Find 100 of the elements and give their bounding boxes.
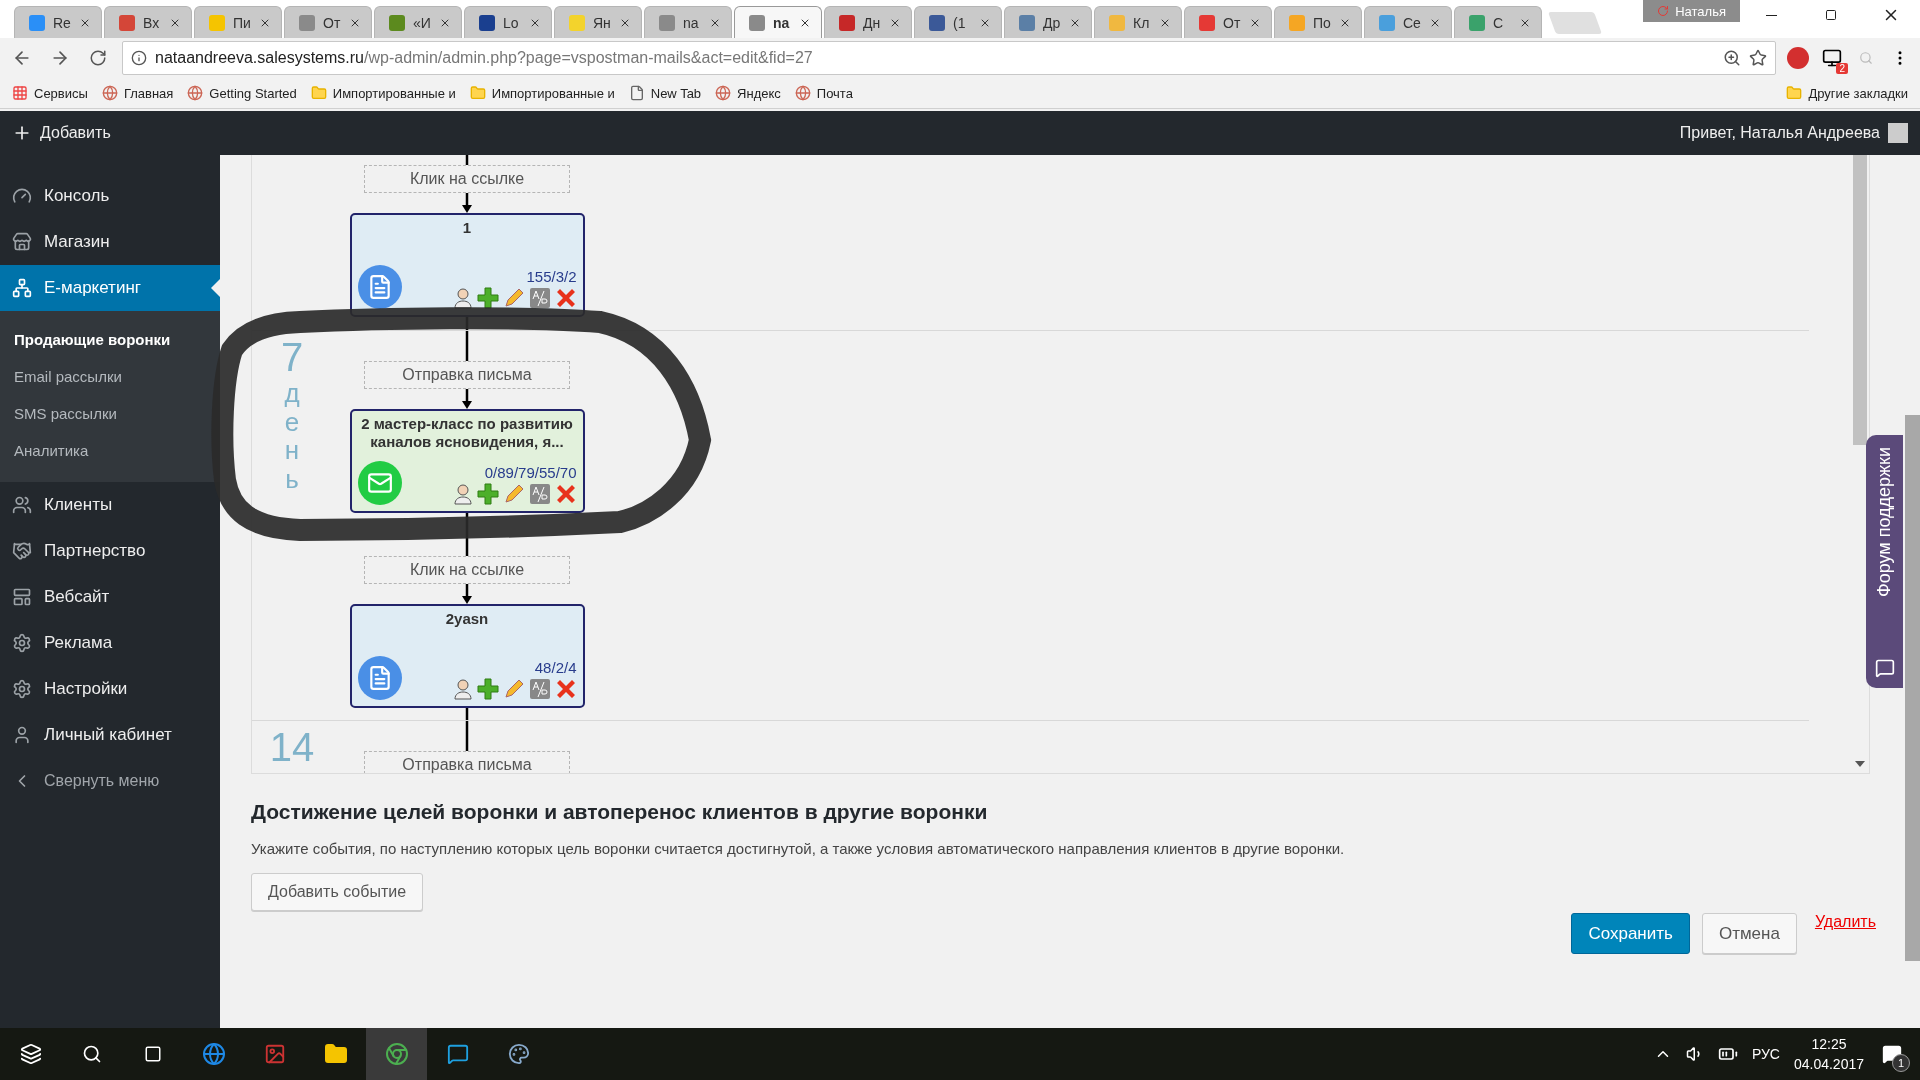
bookmark-link[interactable]: Почта [794, 85, 853, 101]
support-forum-tab[interactable]: Форум поддержки [1866, 435, 1903, 688]
ab-test-icon[interactable] [528, 287, 551, 309]
delete-link[interactable]: Удалить [1814, 913, 1876, 931]
extension-badge: 2 [1836, 63, 1848, 74]
person-icon[interactable] [452, 287, 473, 309]
store-icon [12, 232, 32, 252]
browser-tab[interactable]: na [734, 6, 822, 38]
browser-tab[interactable]: Пи [194, 6, 282, 38]
palette-icon [507, 1043, 530, 1065]
avatar-icon [1888, 123, 1908, 143]
browser-tab[interactable]: na [644, 6, 732, 38]
sidebar-item[interactable]: Вебсайт [0, 574, 220, 620]
trigger-label[interactable]: Клик на ссылке [364, 556, 570, 584]
bookmark-link[interactable]: Импортированные и [469, 85, 615, 101]
account-link[interactable]: Привет, Наталья Андреева [1679, 123, 1908, 143]
folder-icon [469, 85, 486, 101]
envelope-icon [357, 461, 402, 505]
browser-button[interactable] [366, 1028, 427, 1080]
language-indicator[interactable]: РУС [1751, 1046, 1780, 1062]
document-icon [357, 656, 402, 700]
bookmark-link[interactable]: Импортированные и [310, 85, 456, 101]
browser-tab[interactable]: От [1184, 6, 1272, 38]
browser-tab[interactable]: (1 [914, 6, 1002, 38]
chat-icon [446, 1043, 469, 1065]
pencil-icon[interactable] [502, 287, 525, 309]
scroll-down-icon[interactable] [1855, 761, 1865, 767]
sidebar-item[interactable]: Настройки [0, 666, 220, 712]
reload-icon [89, 49, 107, 67]
browser-tab[interactable]: Др [1004, 6, 1092, 38]
submenu-item[interactable]: SMS рассылки [0, 395, 220, 432]
extension-icon[interactable] [1822, 48, 1842, 68]
tab-title: Др [1043, 14, 1061, 31]
plus-icon[interactable] [476, 287, 499, 309]
browser-tab[interactable]: Ян [554, 6, 642, 38]
collapse-menu-link[interactable]: Свернуть меню [0, 758, 220, 804]
sidebar-item[interactable]: Реклама [0, 620, 220, 666]
browser-tab[interactable]: Дн [824, 6, 912, 38]
users-icon [12, 495, 32, 515]
search-icon [81, 1044, 102, 1064]
adblock-icon[interactable] [1787, 47, 1809, 69]
submenu-item[interactable]: Продающие воронки [0, 321, 220, 358]
gear-icon [12, 679, 32, 699]
day-number: 14 [269, 725, 315, 769]
site-icon [187, 85, 204, 101]
day-label: день [283, 379, 301, 494]
info-icon[interactable] [131, 50, 147, 66]
submenu-item[interactable]: Аналитика [0, 432, 220, 469]
add-new-link[interactable]: Добавить [12, 123, 111, 143]
browser-tab[interactable]: «И [374, 6, 462, 38]
zoom-icon[interactable] [1723, 49, 1741, 67]
clock-date[interactable]: 04.04.2017 [1793, 1056, 1864, 1072]
cancel-button[interactable]: Отмена [1701, 913, 1797, 954]
add-event-button[interactable]: Добавить событие [251, 873, 424, 911]
tab-title: Ян [593, 14, 611, 31]
sitemap-icon [12, 278, 32, 298]
square-icon [143, 1045, 162, 1063]
sidebar-item[interactable]: Магазин [0, 219, 220, 265]
browser-tab[interactable]: Се [1364, 6, 1452, 38]
site-icon [794, 85, 811, 101]
submenu-item[interactable]: Email рассылки [0, 358, 220, 395]
message-node[interactable]: 2 мастер-класс по развитию каналов ясновидения, я... 0/89/79/55/70 [349, 409, 585, 513]
sidebar-item[interactable]: Консоль [0, 173, 220, 219]
tab-title: Пи [233, 14, 251, 31]
message-node[interactable]: 2yasn 48/2/4 [349, 604, 585, 708]
browser-tab[interactable]: Re [14, 6, 102, 38]
browser-tab[interactable]: По [1274, 6, 1362, 38]
folder-icon [323, 1042, 348, 1066]
tab-title: От [1223, 14, 1241, 31]
save-button[interactable]: Сохранить [1571, 913, 1690, 954]
apps-grid-icon [12, 85, 28, 101]
browser-tab[interactable]: Lo [464, 6, 552, 38]
trigger-label[interactable]: Отправка письма [364, 361, 570, 389]
address-bar[interactable]: nataandreeva.salesystems.ru/wp-admin/admin.php?page=vspostman-mails&act=edit&fid=27 [122, 41, 1776, 75]
bookmark-link[interactable]: Яндекс [715, 85, 781, 101]
browser-tab[interactable]: Вх [104, 6, 192, 38]
site-icon [101, 85, 118, 101]
bookmark-link[interactable]: New Tab [628, 85, 702, 101]
sync-icon [1657, 5, 1670, 17]
clock-time[interactable]: 12:25 [1811, 1036, 1847, 1052]
bookmark-star-icon[interactable] [1749, 49, 1767, 67]
trigger-label[interactable]: Отправка письма [364, 751, 570, 773]
sidebar-item[interactable]: Клиенты [0, 482, 220, 528]
layers-icon [19, 1043, 42, 1065]
node-title: 1 [461, 219, 473, 238]
sidebar-item[interactable]: Личный кабинет [0, 712, 220, 758]
browser-tab[interactable]: От [284, 6, 372, 38]
bookmark-link[interactable]: Главная [101, 85, 174, 101]
browser-tab[interactable]: С [1454, 6, 1542, 38]
trigger-label[interactable]: Клик на ссылке [364, 165, 570, 193]
bookmark-link[interactable]: Getting Started [187, 85, 297, 101]
bookmark-link[interactable]: Другие закладки [1786, 85, 1908, 101]
bookmark-link[interactable]: Сервисы [12, 85, 88, 101]
sidebar-item[interactable]: Е-маркетинг [0, 265, 220, 311]
connector-arrow [461, 193, 473, 213]
tab-title: Кл [1133, 14, 1151, 31]
browser-tab[interactable]: Кл [1094, 6, 1182, 38]
sidebar-item[interactable]: Партнерство [0, 528, 220, 574]
gauge-icon [12, 186, 32, 206]
browser-logo-icon [384, 1042, 409, 1066]
